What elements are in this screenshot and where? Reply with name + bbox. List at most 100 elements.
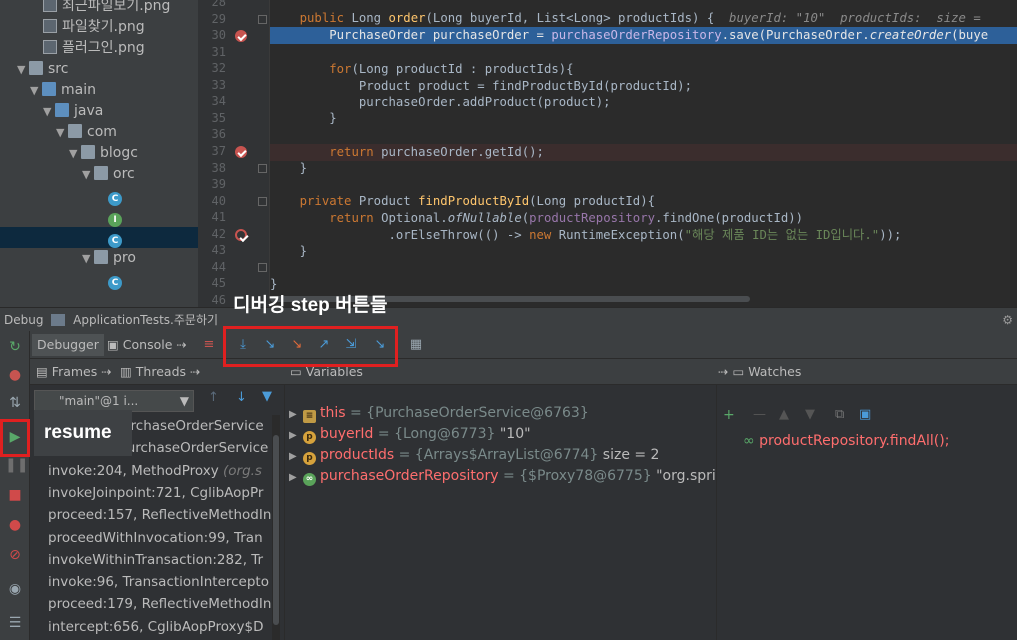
- move-down-icon[interactable]: ▼: [805, 407, 815, 422]
- watch-item[interactable]: ∞ productRepository.findAll();: [743, 433, 949, 449]
- breakpoint-icon[interactable]: [235, 228, 247, 241]
- breakpoint-icon[interactable]: [235, 30, 247, 43]
- tree-item[interactable]: ▼ main: [0, 80, 198, 101]
- tree-item-label: src: [48, 61, 69, 77]
- code-line-40[interactable]: private Product findProductById(Long pro…: [270, 193, 1017, 210]
- tree-item[interactable]: C: [0, 227, 198, 248]
- tree-item[interactable]: ▼ pro: [0, 248, 198, 269]
- code-line-29[interactable]: public Long order(Long buyerId, List<Lon…: [270, 10, 1017, 27]
- tab-console[interactable]: ▣ Console ⇢: [102, 334, 192, 356]
- expand-arrow-icon[interactable]: ▶: [289, 425, 303, 446]
- chevron-down-icon[interactable]: ▼: [69, 143, 81, 164]
- tree-item[interactable]: ▼ com: [0, 122, 198, 143]
- folder-icon: [94, 166, 108, 180]
- frame-down-icon[interactable]: ↓: [236, 390, 247, 405]
- frame-item[interactable]: invokeWithinTransaction:282, Tr: [48, 549, 283, 571]
- watch-glass-icon: ∞: [743, 433, 760, 449]
- settings-icon[interactable]: ☰: [5, 613, 25, 633]
- breakpoint-icon[interactable]: [235, 145, 247, 158]
- fold-marker-icon[interactable]: [258, 163, 267, 173]
- camera-icon[interactable]: ◉: [5, 579, 25, 599]
- stop-icon[interactable]: ■: [5, 485, 25, 505]
- frame-item[interactable]: invoke:96, TransactionIntercepto: [48, 571, 283, 593]
- tree-item[interactable]: 플러그인.png: [0, 38, 198, 59]
- chevron-down-icon[interactable]: ▼: [56, 122, 68, 143]
- tree-item[interactable]: 최근파일보기.png: [0, 0, 198, 17]
- frame-item[interactable]: proceed:179, ReflectiveMethodIn: [48, 593, 283, 615]
- code-line-38[interactable]: }: [270, 160, 1017, 177]
- tree-item-label: main: [61, 82, 96, 98]
- code-line-35[interactable]: }: [270, 110, 1017, 127]
- expand-arrow-icon[interactable]: ▶: [289, 446, 303, 467]
- thread-select[interactable]: "main"@1 i... ▼: [34, 390, 194, 412]
- variable-row[interactable]: ▶ p productIds = {Arrays$ArrayList@6774} s…: [289, 445, 716, 466]
- code-line-42[interactable]: .orElseThrow(() -> new RuntimeException(…: [270, 227, 1017, 244]
- show-execution-point-icon[interactable]: ≡: [200, 336, 218, 354]
- mute-breakpoints-icon[interactable]: ⊘: [5, 545, 25, 565]
- chevron-down-icon[interactable]: ▼: [82, 248, 94, 269]
- expand-arrow-icon[interactable]: ▶: [289, 467, 303, 488]
- evaluate-expression-icon[interactable]: ▦: [407, 336, 425, 354]
- filter-icon[interactable]: ▼: [262, 389, 272, 404]
- variable-row[interactable]: ▶ ≡ this = {PurchaseOrderService@6763}: [289, 403, 716, 424]
- pause-icon[interactable]: ❚❚: [5, 455, 28, 475]
- watch-settings-icon[interactable]: ▣: [859, 407, 871, 422]
- frame-item[interactable]: intercept:656, CglibAopProxy$D: [48, 616, 283, 638]
- subtab-watches[interactable]: ⇢ ▭ Watches: [718, 359, 801, 385]
- chevron-down-icon[interactable]: ▼: [30, 80, 42, 101]
- tree-item[interactable]: ▼ src: [0, 59, 198, 80]
- thread-select-value: "main"@1 i...: [59, 394, 139, 408]
- code-line-43[interactable]: }: [270, 243, 1017, 260]
- frame-item[interactable]: proceed:157, ReflectiveMethodIn: [48, 504, 283, 526]
- tree-item[interactable]: 파일찾기.png: [0, 17, 198, 38]
- code-line-30-current[interactable]: PurchaseOrder purchaseOrder = purchaseOr…: [270, 27, 1017, 44]
- run-config-name[interactable]: ApplicationTests.주문하기: [73, 313, 218, 327]
- variable-row[interactable]: ▶ ∞ purchaseOrderRepository = {$Proxy78@67…: [289, 466, 716, 487]
- variable-row[interactable]: ▶ p buyerId = {Long@6773} "10": [289, 424, 716, 445]
- tree-item[interactable]: ▼ java: [0, 101, 198, 122]
- frame-method: invokeJoinpoint:721, CglibAopPr: [48, 484, 264, 501]
- line-number: 34: [211, 94, 226, 109]
- subtab-frames[interactable]: ▤ Frames ⇢: [36, 359, 112, 385]
- gear-icon[interactable]: ⚙: [1002, 308, 1013, 332]
- chevron-down-icon[interactable]: ▼: [43, 101, 55, 122]
- view-breakpoints-icon[interactable]: ●: [5, 515, 25, 535]
- chevron-down-icon[interactable]: ▼: [17, 59, 29, 80]
- tab-debugger[interactable]: Debugger: [32, 334, 104, 356]
- code-line-41[interactable]: return Optional.ofNullable(productReposi…: [270, 210, 1017, 227]
- code-line-32[interactable]: for(Long productId : productIds){: [270, 61, 1017, 78]
- fold-marker-icon[interactable]: [258, 14, 267, 24]
- subtab-threads[interactable]: ▥ Threads ⇢: [120, 359, 200, 385]
- copy-watch-icon[interactable]: ⧉: [835, 407, 844, 422]
- tree-item[interactable]: ▼ blogc: [0, 143, 198, 164]
- add-watch-icon[interactable]: +: [723, 407, 735, 423]
- scrollbar-thumb[interactable]: [273, 435, 279, 625]
- code-editor[interactable]: public Long order(Long buyerId, List<Lon…: [270, 0, 1017, 307]
- restore-layout-icon[interactable]: ⇅: [5, 393, 25, 413]
- tree-item[interactable]: ▼ orc: [0, 164, 198, 185]
- frame-up-icon[interactable]: ↑: [208, 390, 219, 405]
- variables-panel: ▶ ≡ this = {PurchaseOrderService@6763} ▶ p bu…: [284, 385, 716, 640]
- tree-item[interactable]: I: [0, 206, 198, 227]
- subtab-watches-label: Watches: [748, 364, 802, 379]
- subtab-threads-label: Threads: [135, 364, 187, 379]
- editor-gutter[interactable]: 28 29 30 31 32 33 34 35 36 37 38 39 40 41 42 43 44 45 46: [198, 0, 270, 307]
- error-breakpoint-icon[interactable]: ●: [5, 365, 25, 385]
- frame-item[interactable]: invokeJoinpoint:721, CglibAopPr: [48, 482, 283, 504]
- move-up-icon[interactable]: ▲: [779, 407, 789, 422]
- fold-marker-icon[interactable]: [258, 262, 267, 272]
- resume-tooltip: resume: [34, 410, 132, 456]
- fold-marker-icon[interactable]: [258, 196, 267, 206]
- tree-item[interactable]: C: [0, 269, 198, 290]
- code-line-37[interactable]: return purchaseOrder.getId();: [270, 144, 1017, 161]
- frames-scrollbar[interactable]: [272, 415, 280, 640]
- remove-watch-icon[interactable]: —: [753, 407, 766, 422]
- expand-arrow-icon[interactable]: ▶: [289, 404, 303, 425]
- frame-item[interactable]: invoke:204, MethodProxy (org.s: [48, 460, 283, 482]
- rerun-icon[interactable]: ↻: [5, 337, 25, 357]
- code-line-33[interactable]: Product product = findProductById(produc…: [270, 78, 1017, 95]
- chevron-down-icon[interactable]: ▼: [82, 164, 94, 185]
- frame-item[interactable]: proceedWithInvocation:99, Tran: [48, 527, 283, 549]
- tree-item[interactable]: C: [0, 185, 198, 206]
- code-line-34[interactable]: purchaseOrder.addProduct(product);: [270, 94, 1017, 111]
